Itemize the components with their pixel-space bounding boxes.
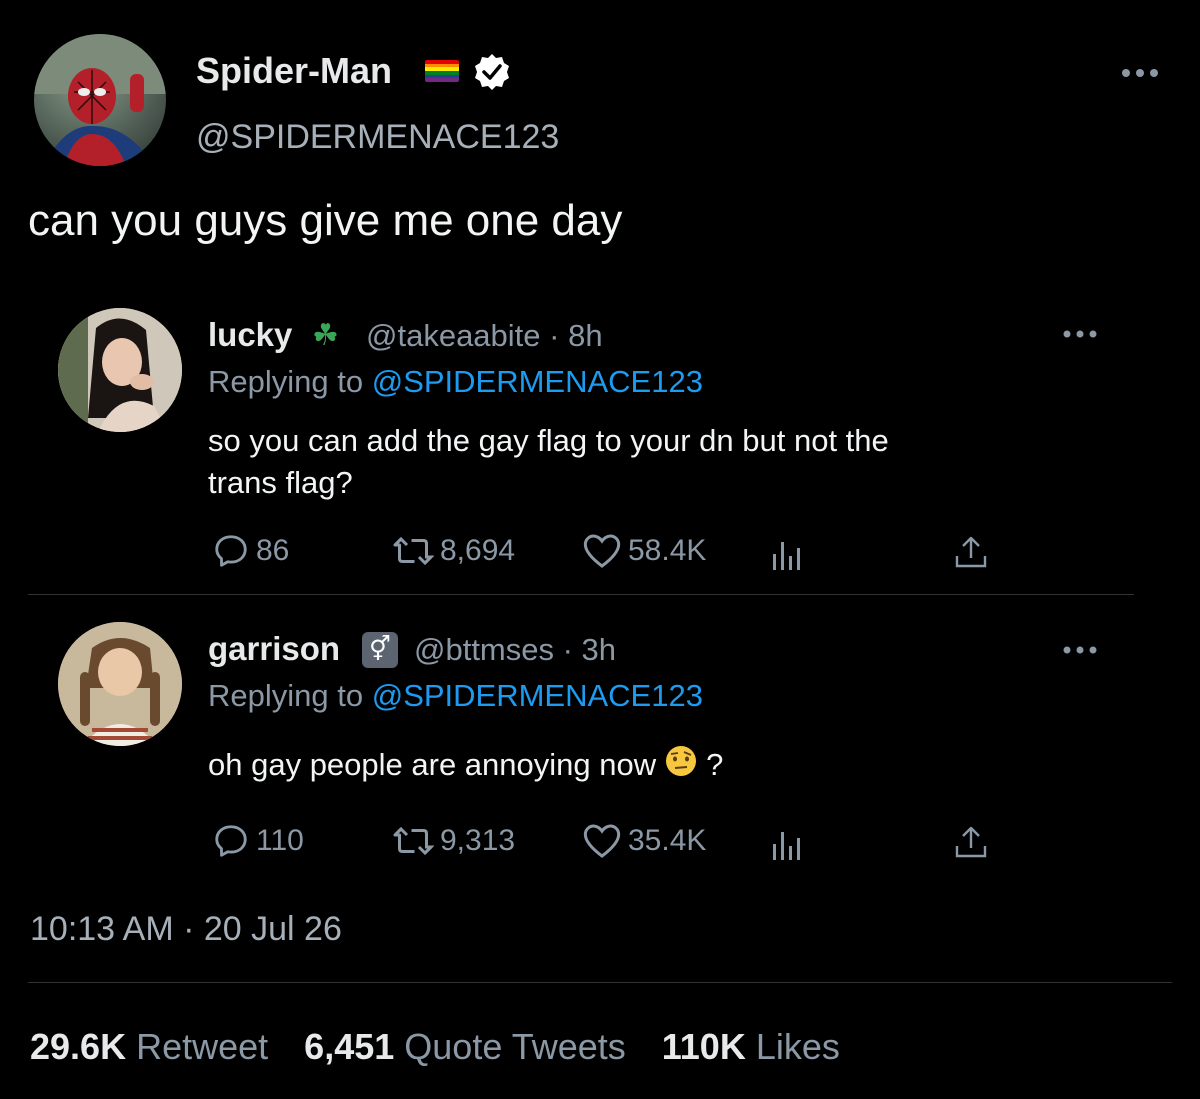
author-avatar[interactable] bbox=[34, 34, 166, 166]
stats-divider bbox=[28, 982, 1172, 983]
analytics-icon[interactable] bbox=[770, 536, 806, 577]
like-button[interactable]: 35.4K bbox=[582, 822, 706, 860]
retweet-button[interactable]: 9,313 bbox=[392, 822, 515, 860]
reply-text-line: oh gay people are annoying now bbox=[208, 747, 657, 782]
reply-author-name[interactable]: lucky bbox=[208, 316, 292, 354]
replying-to-line: Replying to @SPIDERMENACE123 bbox=[208, 678, 703, 714]
replying-to-prefix: Replying to bbox=[208, 678, 364, 713]
retweets-label: Retweet bbox=[136, 1026, 269, 1067]
share-icon[interactable] bbox=[952, 824, 990, 867]
heart-icon bbox=[583, 824, 621, 858]
reply-handle[interactable]: @bttmses bbox=[414, 632, 554, 667]
reply-text-line: trans flag? bbox=[208, 465, 353, 500]
comment-icon bbox=[215, 825, 247, 857]
reply-count: 110 bbox=[256, 824, 304, 857]
verified-badge-icon bbox=[472, 52, 512, 97]
more-options-icon[interactable] bbox=[1120, 66, 1164, 84]
share-icon[interactable] bbox=[952, 534, 990, 577]
reply-handle[interactable]: @takeaabite bbox=[366, 318, 541, 353]
retweets-stat[interactable]: 29.6K Retweet bbox=[30, 1026, 268, 1068]
reply-time: · 8h bbox=[549, 318, 603, 353]
like-count: 58.4K bbox=[628, 534, 707, 567]
reply-divider bbox=[28, 594, 1134, 595]
reply-text-line: so you can add the gay flag to your dn b… bbox=[208, 423, 889, 458]
quote-tweets-stat[interactable]: 6,451 Quote Tweets bbox=[304, 1026, 626, 1068]
transgender-symbol-icon: ⚥ bbox=[362, 632, 398, 668]
quote-tweets-label: Quote Tweets bbox=[404, 1026, 626, 1067]
replying-to-line: Replying to @SPIDERMENACE123 bbox=[208, 364, 703, 400]
reply-author-handle[interactable]: @takeaabite · 8h bbox=[366, 318, 603, 354]
reply-more-options-icon[interactable] bbox=[1062, 326, 1098, 344]
replying-to-mention[interactable]: @SPIDERMENACE123 bbox=[372, 678, 703, 713]
reply-button[interactable]: 86 bbox=[212, 532, 289, 570]
likes-count: 110K bbox=[661, 1026, 746, 1067]
raised-eyebrow-emoji-icon bbox=[664, 744, 698, 786]
author-name[interactable]: Spider-Man bbox=[196, 50, 392, 92]
like-button[interactable]: 58.4K bbox=[582, 532, 706, 570]
retweet-icon bbox=[393, 536, 434, 566]
quote-tweets-count: 6,451 bbox=[304, 1026, 395, 1067]
tweet-stats: 29.6K Retweet 6,451 Quote Tweets 110K Li… bbox=[30, 1026, 840, 1068]
replying-to-mention[interactable]: @SPIDERMENACE123 bbox=[372, 364, 703, 399]
author-handle[interactable]: @SPIDERMENACE123 bbox=[196, 118, 559, 157]
reply-author-handle[interactable]: @bttmses · 3h bbox=[414, 632, 616, 668]
tweet-text: can you guys give me one day bbox=[28, 196, 623, 245]
reply-avatar[interactable] bbox=[58, 622, 182, 746]
reply-button[interactable]: 110 bbox=[212, 822, 304, 860]
heart-icon bbox=[583, 534, 621, 568]
reply-avatar[interactable] bbox=[58, 308, 182, 432]
reply-author-name[interactable]: garrison bbox=[208, 630, 340, 668]
retweets-count: 29.6K bbox=[30, 1026, 127, 1067]
four-leaf-clover-icon: ☘ bbox=[312, 319, 339, 352]
replying-to-prefix: Replying to bbox=[208, 364, 364, 399]
like-count: 35.4K bbox=[628, 824, 707, 857]
tweet-timestamp[interactable]: 10:13 AM · 20 Jul 26 bbox=[30, 910, 342, 949]
reply-text: oh gay people are annoying now ? bbox=[208, 744, 723, 786]
likes-stat[interactable]: 110K Likes bbox=[662, 1026, 840, 1068]
reply-more-options-icon[interactable] bbox=[1062, 642, 1098, 660]
likes-label: Likes bbox=[755, 1026, 840, 1067]
retweet-count: 9,313 bbox=[440, 824, 516, 857]
reply-time: · 3h bbox=[562, 632, 617, 667]
retweet-icon bbox=[393, 826, 434, 856]
reply-text: so you can add the gay flag to your dn b… bbox=[208, 420, 889, 504]
analytics-icon[interactable] bbox=[770, 826, 806, 867]
reply-text-suffix: ? bbox=[706, 747, 724, 782]
retweet-button[interactable]: 8,694 bbox=[392, 532, 515, 570]
comment-icon bbox=[215, 535, 247, 567]
rainbow-flag-icon bbox=[425, 60, 459, 82]
reply-count: 86 bbox=[256, 534, 290, 567]
retweet-count: 8,694 bbox=[440, 534, 516, 567]
